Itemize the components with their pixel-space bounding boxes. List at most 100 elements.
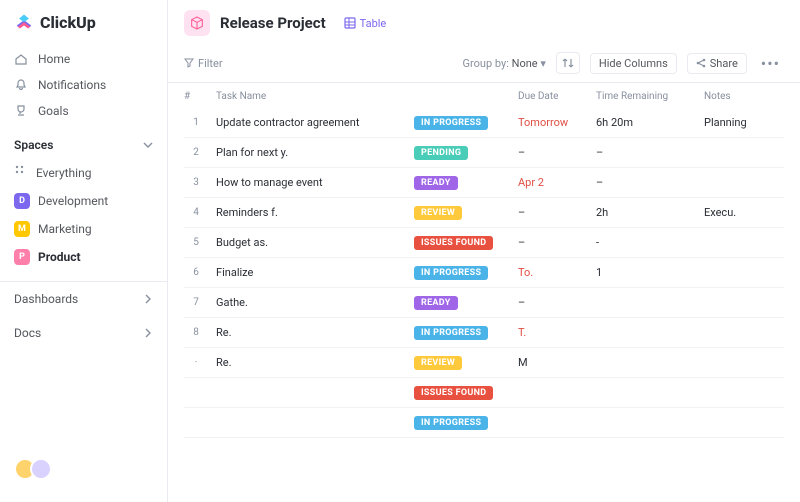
task-name-cell[interactable]: Gathe.: [216, 296, 406, 309]
space-marketing[interactable]: M Marketing: [0, 215, 167, 243]
hide-columns-button[interactable]: Hide Columns: [590, 53, 677, 74]
notes-cell[interactable]: Execu.: [704, 206, 774, 219]
row-index: 4: [184, 207, 208, 218]
link-dashboards[interactable]: Dashboards: [0, 282, 167, 316]
status-cell[interactable]: IN PROGRESS: [414, 325, 510, 340]
space-color-icon: P: [14, 249, 30, 265]
due-date-cell[interactable]: To.: [518, 266, 588, 279]
table-row[interactable]: IN PROGRESS: [184, 408, 784, 438]
status-cell[interactable]: ISSUES FOUND: [414, 385, 510, 400]
nav-home[interactable]: Home: [0, 46, 167, 72]
row-index: 7: [184, 297, 208, 308]
link-label: Docs: [14, 326, 41, 340]
table-row[interactable]: · Re. REVIEW M: [184, 348, 784, 378]
status-cell[interactable]: REVIEW: [414, 355, 510, 370]
space-product[interactable]: PProduct: [0, 243, 167, 271]
table-row[interactable]: 5Budget as.ISSUES FOUND–-: [184, 228, 784, 258]
project-icon: [184, 10, 210, 36]
space-development[interactable]: DDevelopment: [0, 187, 167, 215]
row-index: ·: [184, 357, 208, 368]
share-button[interactable]: Share: [687, 53, 747, 74]
home-icon: [14, 52, 28, 66]
group-by-control[interactable]: Group by: None ▾: [463, 57, 546, 70]
notes-cell[interactable]: Planning: [704, 116, 774, 129]
due-date-cell[interactable]: –: [518, 236, 588, 249]
due-date-cell[interactable]: M: [518, 356, 588, 369]
table-header-row: # Task Name Due Date Time Remaining Note…: [184, 83, 784, 108]
chevron-down-icon: [143, 140, 153, 150]
due-date-cell[interactable]: –: [518, 146, 588, 159]
task-name-cell[interactable]: Reminders f.: [216, 206, 406, 219]
sort-button[interactable]: [556, 52, 580, 74]
table-toolbar: Filter Group by: None ▾ Hide Columns Sha…: [168, 46, 800, 83]
project-title: Release Project: [220, 14, 326, 32]
status-cell[interactable]: ISSUES FOUND: [414, 235, 510, 250]
time-remaining-cell[interactable]: 1: [596, 266, 696, 279]
trophy-icon: [14, 104, 28, 118]
col-notes[interactable]: Notes: [704, 91, 774, 102]
status-badge: READY: [414, 176, 458, 190]
time-remaining-cell[interactable]: 2h: [596, 206, 696, 219]
link-docs[interactable]: Docs: [0, 316, 167, 350]
col-index[interactable]: #: [184, 91, 208, 102]
view-tab-table[interactable]: Table: [344, 17, 387, 30]
task-name-cell[interactable]: Finalize: [216, 266, 406, 279]
status-cell[interactable]: IN PROGRESS: [414, 115, 510, 130]
task-name-cell[interactable]: Budget as.: [216, 236, 406, 249]
status-cell[interactable]: READY: [414, 175, 510, 190]
status-cell[interactable]: REVIEW: [414, 205, 510, 220]
chevron-down-icon: ▾: [540, 57, 546, 70]
task-name-cell[interactable]: Re.: [216, 326, 406, 339]
col-task-name[interactable]: Task Name: [216, 91, 406, 102]
task-name-cell[interactable]: How to manage event: [216, 176, 406, 189]
link-label: Dashboards: [14, 292, 78, 306]
time-remaining-cell[interactable]: 6h 20m: [596, 116, 696, 129]
status-badge: READY: [414, 296, 458, 310]
col-due-date[interactable]: Due Date: [518, 91, 588, 102]
nav-goals[interactable]: Goals: [0, 98, 167, 124]
due-date-cell[interactable]: Tomorrow: [518, 116, 588, 129]
table-row[interactable]: 1Update contractor agreementIN PROGRESST…: [184, 108, 784, 138]
due-date-cell[interactable]: Apr 2: [518, 176, 588, 189]
task-name-cell[interactable]: Re.: [216, 356, 406, 369]
status-cell[interactable]: READY: [414, 295, 510, 310]
col-time-remaining[interactable]: Time Remaining: [596, 91, 696, 102]
status-cell[interactable]: PENDING: [414, 145, 510, 160]
share-icon: [696, 58, 706, 68]
brand-logo[interactable]: ClickUp: [0, 12, 167, 46]
due-date-cell[interactable]: –: [518, 206, 588, 219]
due-date-cell[interactable]: T.: [518, 326, 588, 339]
time-remaining-cell[interactable]: –: [596, 146, 696, 159]
table-row[interactable]: ISSUES FOUND: [184, 378, 784, 408]
spaces-header[interactable]: Spaces: [0, 124, 167, 158]
status-cell[interactable]: IN PROGRESS: [414, 265, 510, 280]
filter-button[interactable]: Filter: [184, 57, 223, 70]
space-label: Marketing: [38, 222, 92, 236]
status-badge: IN PROGRESS: [414, 266, 488, 280]
everything-icon: [14, 164, 28, 181]
task-name-cell[interactable]: Plan for next y.: [216, 146, 406, 159]
nav-notifications[interactable]: Notifications: [0, 72, 167, 98]
time-remaining-cell[interactable]: –: [596, 176, 696, 189]
table-row[interactable]: 2Plan for next y.PENDING––: [184, 138, 784, 168]
more-options-button[interactable]: •••: [757, 54, 784, 73]
task-name-cell[interactable]: Update contractor agreement: [216, 116, 406, 129]
time-remaining-cell[interactable]: -: [596, 236, 696, 249]
status-badge: IN PROGRESS: [414, 416, 488, 430]
space-color-icon: M: [14, 221, 30, 237]
cube-icon: [189, 15, 205, 31]
nav-label: Goals: [38, 104, 69, 118]
user-avatars[interactable]: [0, 448, 167, 490]
brand-name: ClickUp: [40, 13, 96, 32]
table-row[interactable]: 7 Gathe. READY –: [184, 288, 784, 318]
status-cell[interactable]: IN PROGRESS: [414, 415, 510, 430]
table-row[interactable]: 4 Reminders f. REVIEW –2h Execu.: [184, 198, 784, 228]
due-date-cell[interactable]: –: [518, 296, 588, 309]
table-row[interactable]: 8Re.IN PROGRESST.: [184, 318, 784, 348]
status-badge: IN PROGRESS: [414, 326, 488, 340]
table-row[interactable]: 6FinalizeIN PROGRESSTo.1: [184, 258, 784, 288]
chevron-right-icon: [143, 294, 153, 304]
table-row[interactable]: 3How to manage eventREADYApr 2–: [184, 168, 784, 198]
status-badge: REVIEW: [414, 206, 462, 220]
space-everything[interactable]: Everything: [0, 158, 167, 187]
